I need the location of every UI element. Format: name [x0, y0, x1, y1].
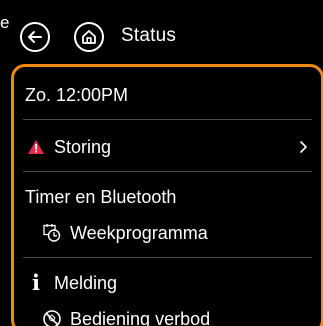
status-screen: e Status Zo. 12:00PM Storing Timer en Bl… [0, 0, 323, 326]
back-button[interactable] [20, 22, 50, 52]
datetime-label: Zo. 12:00PM [25, 85, 129, 105]
back-arrow-icon [28, 31, 42, 43]
warning-triangle-icon [25, 135, 47, 159]
divider [23, 119, 312, 120]
divider [23, 257, 312, 258]
home-icon [82, 30, 96, 44]
datetime-row: Zo. 12:00PM [25, 83, 312, 107]
week-program-label: Weekprogramma [70, 223, 208, 243]
timer-section-label: Timer en Bluetooth [25, 187, 177, 207]
home-button[interactable] [74, 22, 104, 52]
header-bar: Status [0, 0, 323, 58]
timer-section-heading: Timer en Bluetooth [25, 185, 312, 209]
prohibited-icon [41, 307, 63, 326]
divider [23, 171, 312, 172]
status-panel: Zo. 12:00PM Storing Timer en Bluetooth W… [11, 64, 323, 326]
page-title: Status [121, 25, 177, 46]
chevron-right-icon [296, 135, 310, 159]
storing-label: Storing [54, 137, 112, 157]
calendar-clock-icon [41, 221, 63, 245]
info-icon: i [32, 270, 40, 295]
melding-section-label: Melding [54, 273, 118, 293]
bediening-label: Bediening verbod [70, 309, 211, 326]
